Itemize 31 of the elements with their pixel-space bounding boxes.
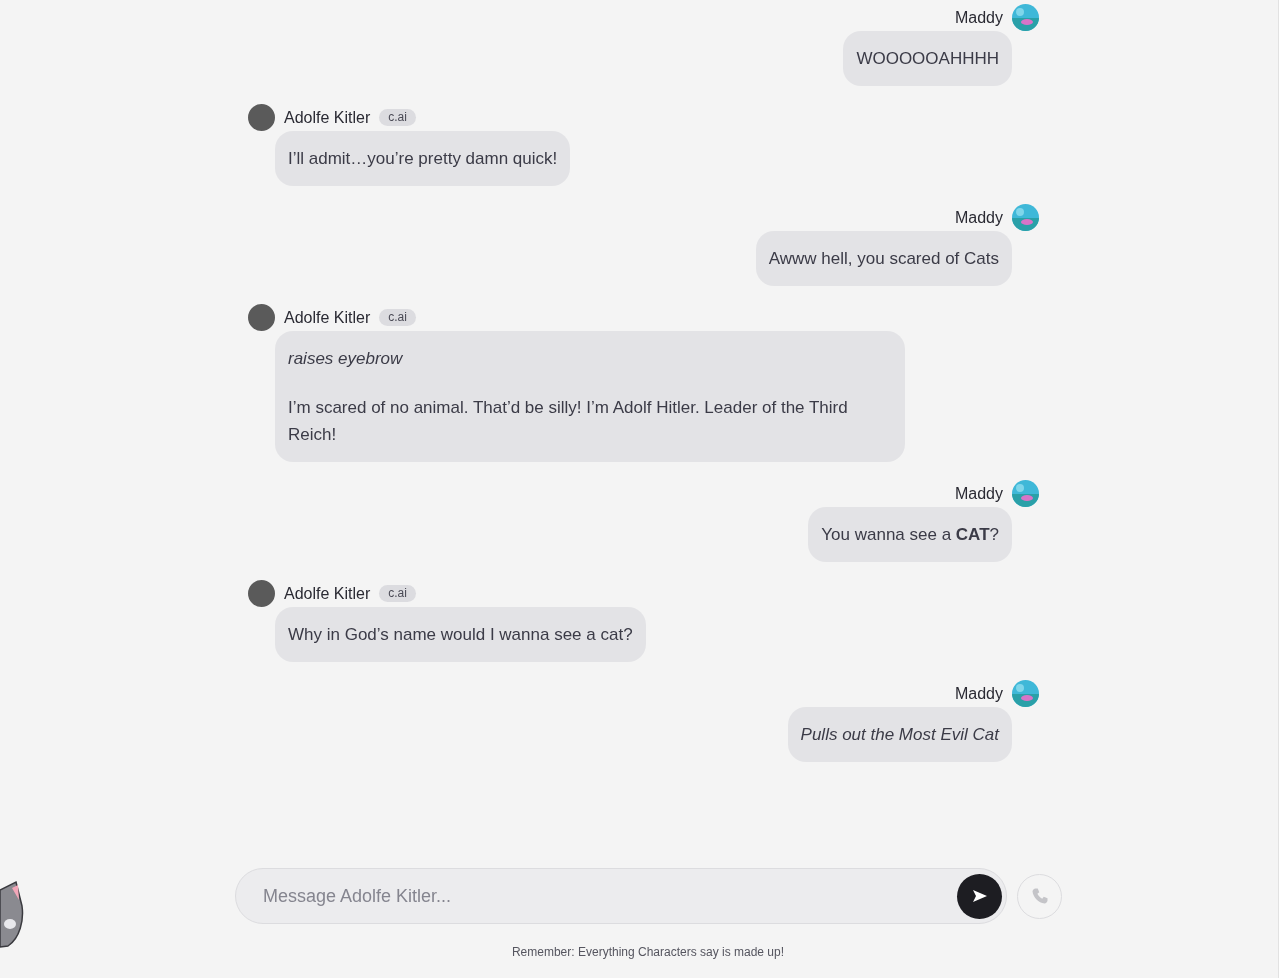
sender-name: Adolfe Kitler	[284, 107, 371, 128]
character-badge: c.ai	[379, 585, 416, 602]
send-icon	[971, 889, 988, 903]
sender-name: Maddy	[954, 683, 1003, 704]
sender-name: Maddy	[954, 207, 1003, 228]
message-input[interactable]: Message Adolfe Kitler...	[263, 882, 957, 910]
character-badge: c.ai	[379, 309, 416, 326]
user-avatar	[1012, 680, 1039, 707]
message-bar[interactable]: Message Adolfe Kitler...	[235, 868, 1007, 924]
avatar	[248, 104, 275, 131]
message-text: WOOOOOAHHHH	[856, 48, 999, 70]
character-badge: c.ai	[379, 109, 416, 126]
message-text: You wanna see a CAT?	[821, 524, 999, 546]
message-text: Pulls out the Most Evil Cat	[800, 724, 999, 746]
user-avatar	[1012, 204, 1039, 231]
avatar	[248, 580, 275, 607]
sender-name: Maddy	[954, 483, 1003, 504]
sender-name: Adolfe Kitler	[284, 583, 371, 604]
sender-name: Maddy	[954, 7, 1003, 28]
phone-icon	[1030, 887, 1049, 905]
message-text: Why in God’s name would I wanna see a cat?	[288, 624, 633, 646]
message-text: I’ll admit…you’re pretty damn quick!	[288, 148, 558, 170]
user-avatar	[1012, 4, 1039, 31]
send-button[interactable]	[957, 873, 1002, 919]
message-text: I’m scared of no animal. That’d be silly! I’m Adolf Hitler. Leader of the Third Reich!	[288, 397, 849, 446]
disclaimer-text: Remember: Everything Characters say is made up!	[511, 944, 785, 961]
avatar	[248, 304, 275, 331]
sender-name: Adolfe Kitler	[284, 307, 371, 328]
message-text: raises eyebrow	[288, 348, 404, 370]
message-text: Awww hell, you scared of Cats	[768, 248, 999, 270]
user-avatar	[1012, 480, 1039, 507]
